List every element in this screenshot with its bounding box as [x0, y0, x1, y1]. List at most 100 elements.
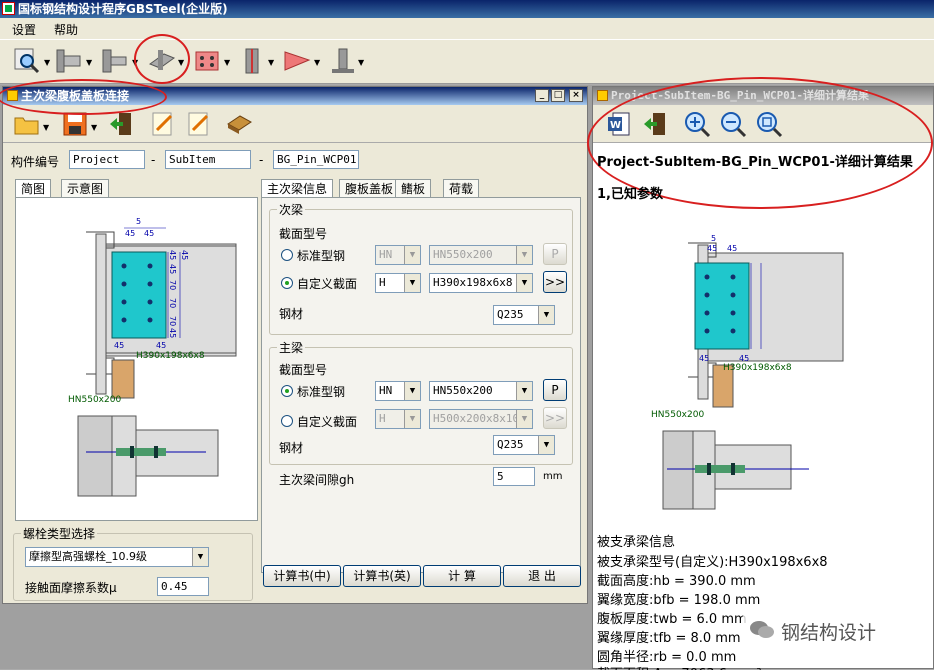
- main-std-size-select[interactable]: HN550x200 ▼: [429, 381, 533, 401]
- wechat-icon: [750, 621, 774, 638]
- report-line-5: 腹板厚度:twb = 6.0 mm: [597, 612, 747, 627]
- exit-door-icon[interactable]: [107, 110, 135, 138]
- report-cn-button[interactable]: 计算书(中): [263, 565, 341, 587]
- connection-drawing: 5 45 45 45 45 70 70 70 45 45 45 45 H390x…: [68, 217, 237, 497]
- main-std-label: 标准型钢: [297, 385, 346, 399]
- dim-top-gap: 5: [136, 217, 141, 226]
- exit-button[interactable]: 退 出: [503, 565, 581, 587]
- secondary-group-title: 次梁: [277, 201, 306, 218]
- secondary-beam-label: H390x198x6x8: [136, 351, 205, 361]
- main-more-button[interactable]: >>: [543, 407, 567, 429]
- main-custom-type-select[interactable]: H ▼: [375, 409, 421, 429]
- open-folder-icon[interactable]: [13, 110, 41, 138]
- dim-side-2: 45: [168, 264, 177, 274]
- report-line-2: 被支承梁型号(自定义):H390x198x6x8: [597, 555, 828, 570]
- main-section-label: 截面型号: [279, 363, 328, 377]
- book-icon[interactable]: [225, 110, 253, 138]
- report-section-1: 1,已知参数: [597, 187, 663, 202]
- project-field[interactable]: Project: [69, 150, 145, 169]
- tab-load[interactable]: 荷载: [443, 179, 480, 199]
- gap-input[interactable]: 5: [493, 467, 535, 486]
- main-p-button[interactable]: P: [543, 379, 567, 401]
- report-main-label: HN550x200: [651, 410, 704, 420]
- report-drawing: 5 45 45 45 45 H390x198x6x8 HN550x200: [651, 234, 844, 510]
- report-en-button[interactable]: 计算书(英): [343, 565, 421, 587]
- column-icon[interactable]: [238, 46, 268, 76]
- menu-help[interactable]: 帮助: [54, 21, 78, 38]
- main-steel-value: Q235: [497, 438, 524, 451]
- main-std-type-select[interactable]: HN ▼: [375, 381, 421, 401]
- title-highlight-oval: [0, 79, 167, 115]
- gap-unit: mm: [543, 471, 563, 482]
- secondary-std-size-select[interactable]: HN550x200 ▼: [429, 245, 533, 265]
- calculate-button[interactable]: 计 算: [423, 565, 501, 587]
- bolt-plate-icon[interactable]: [192, 46, 222, 76]
- dim-bottom-2: 45: [156, 341, 166, 350]
- secondary-more-button[interactable]: >>: [543, 271, 567, 293]
- gap-label: 主次梁间隙gh: [279, 473, 355, 487]
- subitem-field[interactable]: SubItem: [165, 150, 251, 169]
- maximize-button[interactable]: □: [551, 89, 565, 102]
- secondary-std-radio[interactable]: [281, 249, 293, 261]
- secondary-steel-label: 钢材: [279, 307, 304, 321]
- secondary-p-button[interactable]: P: [543, 243, 567, 265]
- main-custom-type-value: H: [379, 412, 386, 425]
- bolt-group-title: 螺栓类型选择: [21, 525, 98, 542]
- dim-side-1: 45: [168, 250, 177, 260]
- bolt-type-select[interactable]: 摩擦型高强螺栓_10.9级 ▼: [25, 547, 209, 567]
- main-custom-size-select[interactable]: H500x200x8x10 ▼: [429, 409, 533, 429]
- highlight-circle: [134, 34, 190, 84]
- bolt-type-value: 摩擦型高强螺栓_10.9级: [29, 550, 147, 563]
- tab-fin-plate[interactable]: 鳍板: [395, 179, 432, 199]
- close-button[interactable]: ×: [569, 89, 583, 102]
- member-id-label: 构件编号: [11, 155, 60, 169]
- secondary-steel-select[interactable]: Q235 ▼: [493, 305, 555, 325]
- secondary-custom-type-value: H: [379, 276, 386, 289]
- beam-column-icon[interactable]: [54, 46, 84, 76]
- secondary-std-label: 标准型钢: [297, 249, 346, 263]
- dim-side-7: 45: [180, 250, 189, 260]
- dim-side-3: 70: [168, 280, 177, 290]
- menu-bar: 设置 帮助: [0, 18, 934, 40]
- main-steel-label: 钢材: [279, 441, 304, 455]
- base-plate-icon[interactable]: [328, 46, 358, 76]
- tab-web-plate[interactable]: 腹板盖板: [339, 179, 400, 199]
- report-dim-top: 5: [711, 234, 716, 243]
- secondary-custom-radio[interactable]: [281, 277, 293, 289]
- secondary-section-label: 截面型号: [279, 227, 328, 241]
- report-dim-1: 45: [707, 244, 717, 253]
- member-name-field[interactable]: BG_Pin_WCP01: [273, 150, 359, 169]
- report-dim-2: 45: [727, 244, 737, 253]
- menu-settings[interactable]: 设置: [12, 21, 36, 38]
- secondary-custom-size-value: H390x198x6x8: [433, 276, 513, 289]
- app-title: 国标钢结构设计程序GBSTeel(企业版): [18, 2, 228, 16]
- main-custom-size-value: H500x200x8x10: [433, 412, 520, 425]
- main-custom-label: 自定义截面: [297, 415, 358, 429]
- search-icon[interactable]: [12, 46, 42, 76]
- secondary-std-type-value: HN: [379, 248, 393, 261]
- app-title-bar: 国标钢结构设计程序GBSTeel(企业版): [0, 0, 934, 18]
- main-steel-select[interactable]: Q235 ▼: [493, 435, 555, 455]
- dim-bottom-1: 45: [114, 341, 124, 350]
- edit-note2-icon[interactable]: [185, 110, 213, 138]
- secondary-custom-type-select[interactable]: H ▼: [375, 273, 421, 293]
- watermark: 钢结构设计: [743, 613, 929, 647]
- tab-schematic[interactable]: 示意图: [61, 179, 110, 199]
- app-icon: [2, 2, 15, 15]
- minimize-button[interactable]: _: [535, 89, 549, 102]
- friction-input[interactable]: 0.45: [157, 577, 209, 596]
- report-sec-label: H390x198x6x8: [723, 363, 792, 373]
- secondary-std-size-value: HN550x200: [433, 248, 493, 261]
- report-line-3: 截面高度:hb = 390.0 mm: [597, 574, 756, 589]
- beam-splice-icon[interactable]: [100, 46, 130, 76]
- brace-icon[interactable]: [282, 46, 312, 76]
- report-heading: Project-SubItem-BG_Pin_WCP01-详细计算结果: [597, 155, 913, 170]
- secondary-custom-size-select[interactable]: H390x198x6x8 ▼: [429, 273, 533, 293]
- dim-side-5: 70: [168, 316, 177, 326]
- dim-top-2: 45: [144, 229, 154, 238]
- main-std-radio[interactable]: [281, 385, 293, 397]
- watermark-text: 钢结构设计: [781, 622, 877, 644]
- secondary-std-type-select[interactable]: HN ▼: [375, 245, 421, 265]
- edit-note-icon[interactable]: [149, 110, 177, 138]
- main-custom-radio[interactable]: [281, 415, 293, 427]
